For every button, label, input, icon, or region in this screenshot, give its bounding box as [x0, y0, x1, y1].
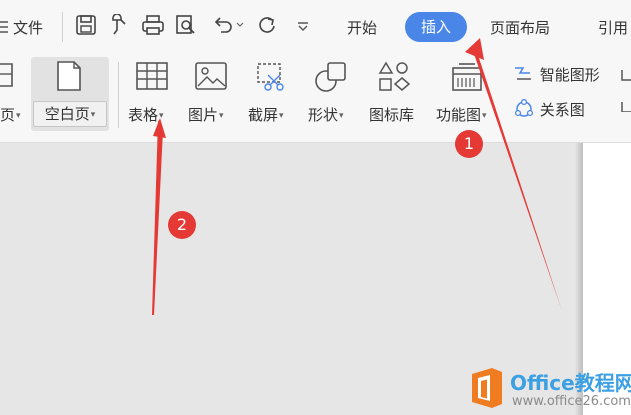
arrow-to-table-button: [152, 120, 163, 315]
arrow-to-insert-tab: [472, 48, 562, 311]
arrow-head-table: [153, 118, 166, 138]
arrow-head-insert: [465, 38, 484, 60]
annotation-arrows: [152, 38, 562, 315]
watermark-brand: Office教程网: [510, 371, 631, 395]
office-logo-icon: [468, 366, 506, 414]
step-marker-1: 1: [455, 130, 483, 158]
watermark-url: www.office26.com: [512, 394, 631, 409]
step-marker-2: 2: [168, 211, 196, 239]
